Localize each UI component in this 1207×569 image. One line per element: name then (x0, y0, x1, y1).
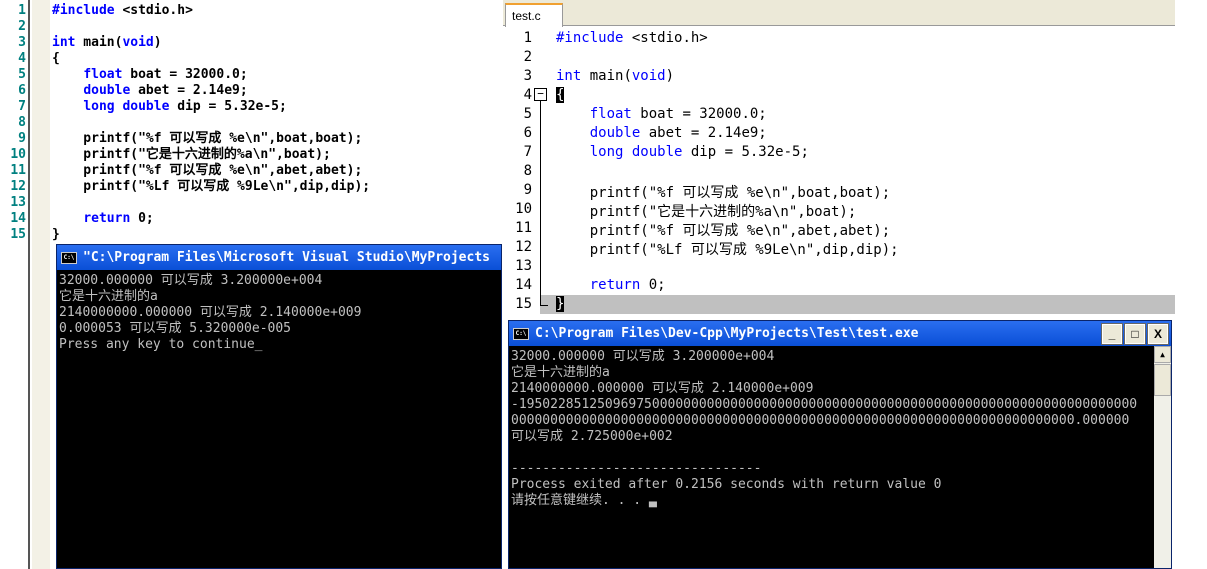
code-line: printf("%f 可以写成 %e\n",abet,abet); (556, 223, 891, 239)
left-console-titlebar[interactable]: C:\ "C:\Program Files\Microsoft Visual S… (57, 245, 501, 270)
line-number: 5 (523, 106, 532, 122)
current-line-highlight (540, 295, 1175, 314)
line-number: 1 (523, 30, 532, 46)
line-number: 11 (10, 163, 26, 178)
code-line: } (556, 296, 565, 312)
line-number: 4 (18, 51, 26, 66)
code-line: printf("它是十六进制的%a\n",boat); (52, 147, 331, 162)
line-number: 1 (18, 3, 26, 18)
code-line: { (556, 87, 565, 103)
fold-end (540, 305, 548, 306)
code-line: { (52, 51, 60, 66)
maximize-button[interactable]: □ (1124, 322, 1146, 345)
line-number: 9 (523, 182, 532, 198)
line-number: 9 (18, 131, 26, 146)
code-line: printf("它是十六进制的%a\n",boat); (556, 204, 857, 220)
code-line: printf("%f 可以写成 %e\n",abet,abet); (52, 163, 363, 178)
line-number: 4 (523, 87, 532, 103)
line-number: 13 (10, 195, 26, 210)
code-line: #include <stdio.h> (556, 30, 708, 46)
left-console-window[interactable]: C:\ "C:\Program Files\Microsoft Visual S… (56, 244, 502, 569)
tab-test-c[interactable]: test.c (505, 3, 563, 27)
scroll-up-arrow-icon[interactable]: ▲ (1154, 346, 1171, 363)
code-line: double abet = 2.14e9; (83, 83, 248, 98)
code-line: printf("%Lf 可以写成 %9Le\n",dip,dip); (52, 179, 371, 194)
right-console-window[interactable]: C:\ C:\Program Files\Dev-Cpp\MyProjects\… (508, 320, 1172, 569)
line-number: 2 (18, 19, 26, 34)
code-line: #include <stdio.h> (52, 3, 193, 18)
scrollbar-thumb[interactable] (1154, 364, 1171, 396)
code-line: return 0; (589, 277, 666, 293)
line-number: 3 (523, 68, 532, 84)
code-line: printf("%Lf 可以写成 %9Le\n",dip,dip); (556, 242, 899, 258)
console-icon: C:\ (513, 327, 529, 340)
line-number: 14 (10, 211, 26, 226)
line-number: 7 (523, 144, 532, 160)
code-line: } (52, 227, 60, 242)
fold-collapse-icon[interactable]: − (534, 88, 547, 101)
code-line: float boat = 32000.0; (83, 67, 248, 82)
left-console-output: 32000.000000 可以写成 3.200000e+004 它是十六进制的a… (59, 273, 362, 352)
line-number: 10 (515, 201, 532, 217)
code-line: double abet = 2.14e9; (589, 125, 767, 141)
line-number: 12 (515, 239, 532, 255)
vertical-scrollbar[interactable]: ▲ (1154, 346, 1171, 568)
line-number: 6 (18, 83, 26, 98)
fold-line (540, 101, 541, 305)
line-number: 3 (18, 35, 26, 50)
line-number: 5 (18, 67, 26, 82)
left-margin (32, 0, 50, 569)
right-console-title: C:\Program Files\Dev-Cpp\MyProjects\Test… (535, 326, 919, 341)
line-number: 15 (10, 227, 26, 242)
tab-bar (503, 0, 1175, 26)
line-number: 11 (515, 220, 532, 236)
minimize-button[interactable]: _ (1101, 322, 1123, 345)
left-console-title: "C:\Program Files\Microsoft Visual Studi… (83, 250, 490, 265)
line-number: 12 (10, 179, 26, 194)
line-number: 14 (515, 277, 532, 293)
line-number: 8 (18, 115, 26, 130)
right-console-titlebar[interactable]: C:\ C:\Program Files\Dev-Cpp\MyProjects\… (509, 321, 1171, 346)
code-line: long double dip = 5.32e-5; (83, 99, 287, 114)
line-number: 15 (515, 296, 532, 312)
code-line: return 0; (83, 211, 154, 226)
line-number: 8 (523, 163, 532, 179)
close-button[interactable]: X (1147, 322, 1169, 345)
right-console-output: 32000.000000 可以写成 3.200000e+004 它是十六进制的a… (511, 349, 1138, 508)
code-line: float boat = 32000.0; (589, 106, 767, 122)
code-line: long double dip = 5.32e-5; (589, 144, 809, 160)
line-number: 2 (523, 49, 532, 65)
line-number: 6 (523, 125, 532, 141)
console-icon: C:\ (61, 251, 77, 264)
line-number: 10 (10, 147, 26, 162)
code-line: int main(void) (52, 35, 162, 50)
line-number: 13 (515, 258, 532, 274)
code-line: printf("%f 可以写成 %e\n",boat,boat); (556, 185, 891, 201)
code-line: printf("%f 可以写成 %e\n",boat,boat); (52, 131, 363, 146)
code-line: int main(void) (556, 68, 675, 84)
line-number: 7 (18, 99, 26, 114)
